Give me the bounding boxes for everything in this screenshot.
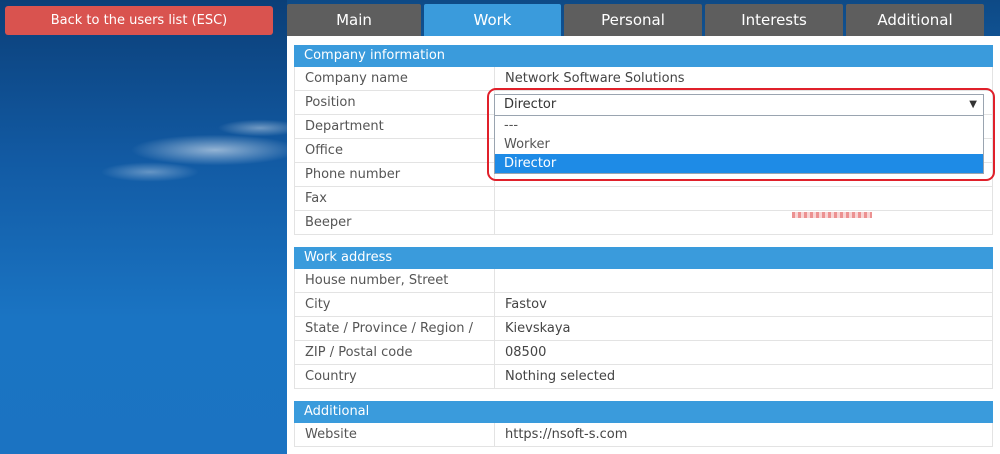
state-value[interactable]: Kievskaya xyxy=(495,317,992,340)
section-header-additional: Additional xyxy=(294,401,993,423)
field-label: Department xyxy=(295,115,495,138)
city-value[interactable]: Fastov xyxy=(495,293,992,316)
company-name-value[interactable]: Network Software Solutions xyxy=(495,67,992,90)
street-value[interactable] xyxy=(495,269,992,292)
position-select[interactable]: Director ▼ xyxy=(494,94,984,116)
field-label: State / Province / Region / xyxy=(295,317,495,340)
field-label: ZIP / Postal code xyxy=(295,341,495,364)
field-label: Country xyxy=(295,365,495,388)
position-selected-value: Director xyxy=(504,97,557,112)
fax-value[interactable] xyxy=(495,187,992,210)
tab-personal[interactable]: Personal xyxy=(564,4,702,36)
tab-bar: Main Work Personal Interests Additional xyxy=(287,4,1000,36)
row-country: Country Nothing selected xyxy=(294,365,993,389)
position-option-worker[interactable]: Worker xyxy=(495,135,983,154)
beeper-value[interactable] xyxy=(495,211,992,234)
section-header-company: Company information xyxy=(294,45,993,67)
additional-section: Additional Website https://nsoft-s.com xyxy=(294,401,993,447)
field-label: Office xyxy=(295,139,495,162)
field-label: Company name xyxy=(295,67,495,90)
zip-value[interactable]: 08500 xyxy=(495,341,992,364)
field-label: City xyxy=(295,293,495,316)
country-value[interactable]: Nothing selected xyxy=(495,365,992,388)
tab-work[interactable]: Work xyxy=(424,4,561,36)
tab-interests[interactable]: Interests xyxy=(705,4,843,36)
tab-main[interactable]: Main xyxy=(287,4,421,36)
website-value[interactable]: https://nsoft-s.com xyxy=(495,423,992,446)
row-zip: ZIP / Postal code 08500 xyxy=(294,341,993,365)
position-option-none[interactable]: --- xyxy=(495,116,983,135)
work-address-section: Work address House number, Street City F… xyxy=(294,247,993,389)
field-label: Website xyxy=(295,423,495,446)
redacted-mark xyxy=(792,212,872,218)
sky-background xyxy=(0,0,287,454)
row-state: State / Province / Region / Kievskaya xyxy=(294,317,993,341)
back-to-users-button[interactable]: Back to the users list (ESC) xyxy=(5,6,273,35)
row-website: Website https://nsoft-s.com xyxy=(294,423,993,447)
row-beeper: Beeper xyxy=(294,211,993,235)
field-label: Phone number xyxy=(295,163,495,186)
field-label: Beeper xyxy=(295,211,495,234)
field-label: Position xyxy=(295,91,495,114)
field-label: Fax xyxy=(295,187,495,210)
section-header-work-address: Work address xyxy=(294,247,993,269)
position-dropdown-list: --- Worker Director xyxy=(494,116,984,174)
main-area: Main Work Personal Interests Additional … xyxy=(287,0,1000,454)
dropdown-arrow-icon: ▼ xyxy=(969,99,977,110)
position-option-director[interactable]: Director xyxy=(495,154,983,173)
tab-additional[interactable]: Additional xyxy=(846,4,984,36)
row-fax: Fax xyxy=(294,187,993,211)
row-city: City Fastov xyxy=(294,293,993,317)
work-panel: Company information Company name Network… xyxy=(287,36,1000,454)
row-company-name: Company name Network Software Solutions xyxy=(294,67,993,91)
field-label: House number, Street xyxy=(295,269,495,292)
row-street: House number, Street xyxy=(294,269,993,293)
